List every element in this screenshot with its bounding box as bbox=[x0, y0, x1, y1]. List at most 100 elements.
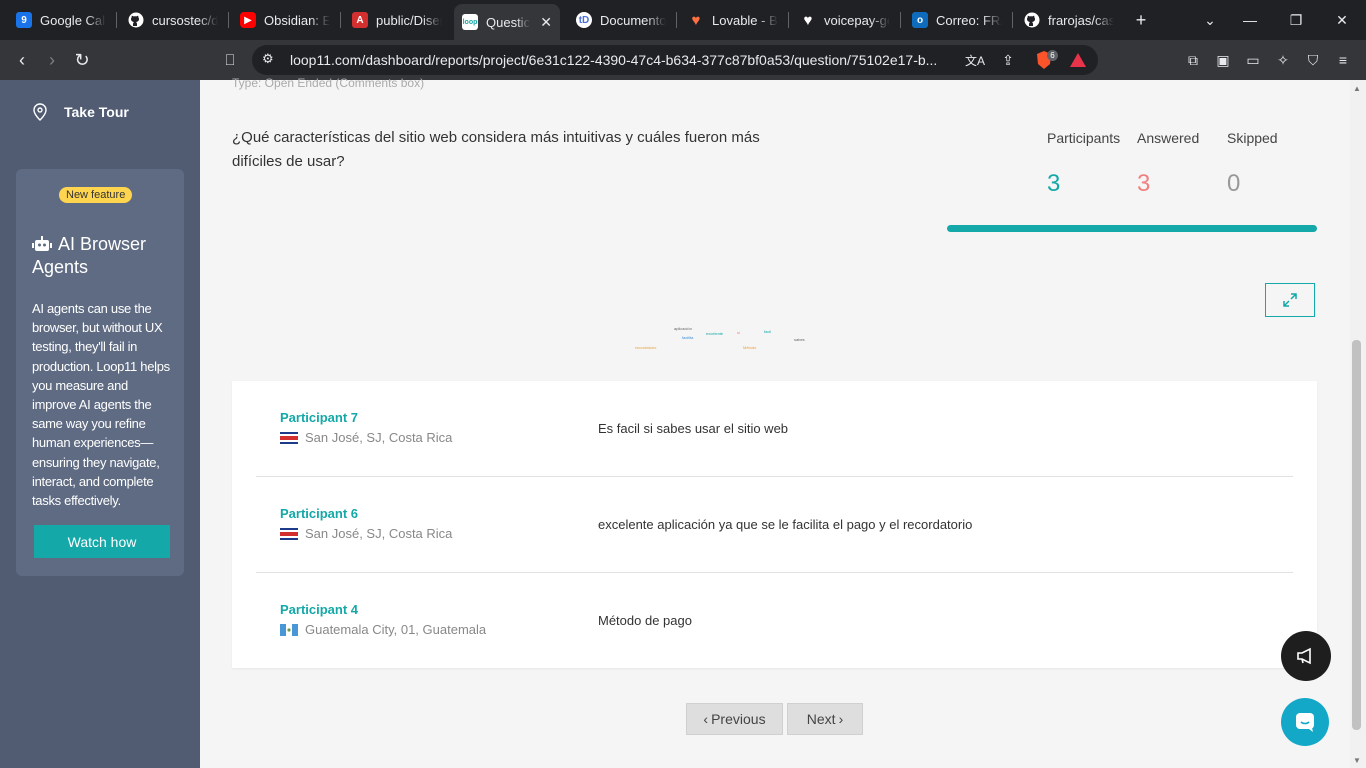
participant-link[interactable]: Participant 4 bbox=[280, 602, 358, 617]
expand-button[interactable] bbox=[1265, 283, 1315, 317]
response-row: Participant 6 San José, SJ, Costa Rica e… bbox=[256, 477, 1293, 573]
window-close-icon[interactable]: ✕ bbox=[1332, 10, 1352, 30]
word-cloud-word: excelente bbox=[706, 331, 724, 336]
response-row: Participant 4 Guatemala City, 01, Guatem… bbox=[256, 573, 1293, 669]
answered-value: 3 bbox=[1137, 170, 1151, 197]
heart-icon: ♥ bbox=[803, 11, 813, 29]
browser-tab-voicepay[interactable]: ♥ voicepay-ge bbox=[792, 4, 898, 36]
main-content: Type: Open Ended (Comments box) ¿Qué car… bbox=[200, 76, 1350, 768]
response-answer: Es facil si sabes usar el sitio web bbox=[598, 421, 789, 436]
translate-icon[interactable]: 文A bbox=[965, 50, 985, 70]
bookmark-icon[interactable]: ⎕ bbox=[218, 48, 242, 72]
wallet-icon[interactable]: ▭ bbox=[1243, 50, 1263, 70]
page-scrollbar[interactable]: ▲ ▼ bbox=[1350, 80, 1366, 768]
vpn-icon[interactable]: ⛉ bbox=[1303, 50, 1323, 70]
pdf-icon: A bbox=[352, 12, 368, 28]
participant-link[interactable]: Participant 7 bbox=[280, 410, 358, 425]
menu-icon[interactable]: ≡ bbox=[1333, 50, 1353, 70]
word-cloud-word: Método bbox=[743, 345, 757, 350]
extensions-icon[interactable]: ⧉ bbox=[1183, 50, 1203, 70]
answered-label: Answered bbox=[1137, 130, 1200, 146]
participant-link[interactable]: Participant 6 bbox=[280, 506, 358, 521]
browser-tab-github[interactable]: cursostec/d bbox=[120, 4, 226, 36]
scroll-down-icon[interactable]: ▼ bbox=[1353, 756, 1361, 765]
outlook-icon: o bbox=[912, 12, 928, 28]
reload-icon[interactable]: ↻ bbox=[70, 48, 94, 72]
tab-label: Lovable - Bo bbox=[712, 12, 778, 28]
share-icon[interactable]: ⇪ bbox=[998, 50, 1018, 70]
sidebar-toggle-icon[interactable]: ▣ bbox=[1213, 50, 1233, 70]
robot-icon bbox=[32, 236, 52, 251]
watch-how-button[interactable]: Watch how bbox=[34, 525, 170, 558]
tab-search-chevron-icon[interactable]: ⌄ bbox=[1200, 10, 1220, 30]
response-row: Participant 7 San José, SJ, Costa Rica E… bbox=[256, 381, 1293, 477]
close-icon[interactable]: ✕ bbox=[540, 14, 552, 31]
word-cloud-word: aplicación bbox=[674, 326, 692, 331]
previous-button[interactable]: ‹ Previous bbox=[686, 703, 783, 735]
browser-tab-youtube[interactable]: ▶ Obsidian: El bbox=[232, 4, 338, 36]
tab-label: public/Diser bbox=[376, 12, 442, 28]
word-cloud-word: facilita bbox=[682, 335, 694, 340]
site-settings-icon[interactable]: ⚙ bbox=[262, 51, 274, 67]
browser-tab-github-2[interactable]: frarojas/cas bbox=[1016, 4, 1122, 36]
scroll-thumb[interactable] bbox=[1352, 340, 1361, 730]
answered-progress-bar bbox=[947, 225, 1317, 232]
responses-list: Participant 7 San José, SJ, Costa Rica E… bbox=[232, 381, 1317, 668]
restore-icon[interactable]: ❐ bbox=[1286, 10, 1306, 30]
question-text: ¿Qué características del sitio web consi… bbox=[232, 129, 760, 170]
next-button[interactable]: Next › bbox=[787, 703, 863, 735]
browser-tab-questions-active[interactable]: loop Questic ✕ bbox=[454, 4, 560, 40]
tab-label: Documento bbox=[600, 12, 666, 28]
chevron-right-icon: › bbox=[838, 711, 844, 727]
promo-title: AI Browser Agents bbox=[32, 233, 172, 279]
chat-support-button[interactable] bbox=[1281, 698, 1329, 746]
guatemala-flag-icon bbox=[280, 623, 298, 636]
browser-tab-bar: 9 Google Cale cursostec/d ▶ Obsidian: El… bbox=[0, 0, 1366, 40]
participant-location: San José, SJ, Costa Rica bbox=[280, 430, 452, 445]
back-arrow-icon[interactable]: ‹ bbox=[10, 48, 34, 72]
location-text: San José, SJ, Costa Rica bbox=[305, 430, 453, 445]
tab-label: frarojas/cas bbox=[1048, 12, 1114, 28]
new-tab-plus-icon[interactable]: + bbox=[1131, 10, 1151, 30]
location-text: Guatemala City, 01, Guatemala bbox=[305, 622, 487, 637]
chevron-left-icon: ‹ bbox=[703, 711, 709, 727]
scroll-up-icon[interactable]: ▲ bbox=[1353, 84, 1361, 93]
brave-count-badge: 6 bbox=[1047, 50, 1058, 61]
tab-label: Correo: FRA bbox=[936, 12, 1002, 28]
promo-body: AI agents can use the browser, but witho… bbox=[32, 301, 170, 509]
youtube-icon: ▶ bbox=[240, 12, 256, 28]
browser-tab-documento[interactable]: tD Documento bbox=[568, 4, 674, 36]
response-answer: Método de pago bbox=[598, 613, 692, 628]
leo-ai-icon[interactable]: ✧ bbox=[1273, 50, 1293, 70]
response-answer: excelente aplicación ya que se le facili… bbox=[598, 517, 973, 532]
browser-tab-pdf[interactable]: A public/Diser bbox=[344, 4, 450, 36]
sidebar: Take Tour New feature AI Browser Agents … bbox=[0, 80, 200, 768]
browser-tab-lovable[interactable]: ♥ Lovable - Bo bbox=[680, 4, 786, 36]
forward-arrow-icon[interactable]: › bbox=[40, 48, 64, 72]
word-cloud-word: si bbox=[737, 330, 740, 335]
take-tour-link[interactable]: Take Tour bbox=[30, 102, 129, 122]
megaphone-icon bbox=[1297, 647, 1311, 665]
chat-bubble-icon bbox=[1296, 713, 1314, 732]
github-icon bbox=[128, 12, 144, 28]
minimize-icon[interactable]: — bbox=[1240, 10, 1260, 30]
browser-tab-outlook[interactable]: o Correo: FRA bbox=[904, 4, 1010, 36]
tab-label: voicepay-ge bbox=[824, 12, 890, 28]
costa-rica-flag-icon bbox=[280, 431, 298, 444]
url-text: loop11.com/dashboard/reports/project/6e3… bbox=[290, 52, 938, 68]
loop11-icon: loop bbox=[462, 14, 478, 30]
question-type: Type: Open Ended (Comments box) bbox=[232, 76, 425, 90]
skipped-label: Skipped bbox=[1227, 130, 1278, 146]
costa-rica-flag-icon bbox=[280, 527, 298, 540]
brave-rewards-icon[interactable] bbox=[1068, 50, 1088, 70]
next-label: Next bbox=[806, 711, 836, 727]
browser-tab-google-calendar[interactable]: 9 Google Cale bbox=[8, 4, 114, 36]
participants-label: Participants bbox=[1047, 130, 1121, 146]
tab-label: Google Cale bbox=[40, 12, 106, 28]
tab-label: Obsidian: El bbox=[264, 12, 330, 28]
location-text: San José, SJ, Costa Rica bbox=[305, 526, 453, 541]
announcements-button[interactable] bbox=[1281, 631, 1331, 681]
take-tour-label: Take Tour bbox=[64, 104, 129, 120]
tab-label: Questic bbox=[486, 14, 531, 30]
td-icon: tD bbox=[576, 12, 592, 28]
